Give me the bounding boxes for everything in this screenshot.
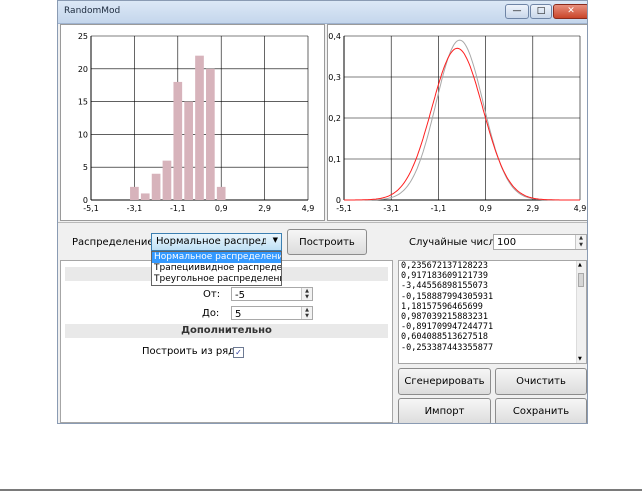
close-button[interactable]: ✕ (553, 4, 587, 19)
numbers-scrollbar[interactable]: ▲ ▼ (576, 261, 586, 363)
histogram-x-tick-label: -3,1 (127, 204, 143, 213)
taskbar-edge (0, 489, 642, 491)
density-x-tick-label: 0,9 (479, 204, 492, 213)
window-title: RandomMod (64, 6, 121, 16)
random-numbers-count-stepper[interactable]: 100 ▲ ▼ (493, 234, 587, 250)
splitter[interactable] (58, 222, 587, 223)
spin-down-icon[interactable]: ▼ (579, 243, 583, 248)
scroll-thumb[interactable] (578, 273, 584, 287)
density-chart-panel: 0 0,1 0,2 0,3 0,4 -5,1 -3,1 -1,1 0,9 2,9 4,9 (327, 24, 587, 221)
list-item: 0,917183609121739 (401, 271, 488, 282)
distribution-select-value: Нормальное распределение (156, 236, 266, 247)
histogram-chart: 0510152025-5,1 -3,1 -1,1 0,9 2,9 4,9 (78, 32, 315, 213)
histogram-bar (184, 101, 193, 200)
histogram-bar (140, 193, 150, 200)
density-y-tick-label: 0,3 (328, 73, 341, 82)
from-stepper[interactable]: -5 ▲ ▼ (231, 287, 313, 301)
spin-down-icon[interactable]: ▼ (305, 294, 309, 300)
histogram-y-tick-label: 25 (78, 32, 88, 41)
to-label: До: (202, 308, 220, 319)
save-button[interactable]: Сохранить (495, 398, 587, 423)
histogram-x-tick-label: 4,9 (302, 204, 315, 213)
spin-up-icon[interactable]: ▲ (305, 288, 309, 294)
histogram-chart-panel: 0 5 10 15 20 25 -5,1 -3,1 -1,1 0,9 2,9 4,9 (60, 24, 325, 221)
distribution-label: Распределение: (72, 237, 157, 248)
histogram-y-tick-label: 5 (83, 163, 88, 172)
build-button[interactable]: Построить (287, 229, 367, 255)
spin-up-icon[interactable]: ▲ (305, 307, 309, 313)
minimize-button[interactable]: — (505, 4, 529, 19)
app-window: RandomMod — □ ✕ 0 5 10 15 20 25 -5,1 -3,1 -1,1 0,… (57, 0, 588, 424)
histogram-bar (173, 81, 183, 200)
histogram-y-tick-label: 10 (78, 130, 88, 139)
density-x-tick-label: 4,9 (574, 204, 587, 213)
list-item: -3,44556898155073 (401, 281, 488, 292)
histogram-x-tick-label: -1,1 (170, 204, 186, 213)
from-value: -5 (235, 290, 245, 301)
to-spin-buttons[interactable]: ▲ ▼ (301, 307, 312, 319)
density-y-tick-label: 0,4 (328, 32, 341, 41)
list-item: -0,253387443355877 (401, 342, 494, 353)
build-from-series-checkbox[interactable]: ✓ (233, 347, 244, 358)
check-icon: ✓ (235, 348, 242, 357)
close-icon: ✕ (567, 6, 575, 16)
import-button[interactable]: Импорт (398, 398, 491, 423)
list-item: 1,18157596465699 (401, 301, 483, 312)
histogram-x-tick-label: 0,9 (215, 204, 228, 213)
random-numbers-textbox[interactable]: 0,235672137128223 0,917183609121739 -3,4… (398, 260, 587, 364)
chevron-down-icon: ▼ (272, 236, 278, 244)
maximize-button[interactable]: □ (530, 4, 552, 19)
maximize-icon: □ (536, 6, 546, 16)
title-bar[interactable]: RandomMod — □ ✕ (58, 1, 587, 24)
count-spin-buttons[interactable]: ▲ ▼ (575, 235, 586, 249)
from-label: От: (203, 289, 221, 300)
histogram-x-tick-label: -5,1 (83, 204, 99, 213)
distribution-select[interactable]: Нормальное распределение ▼ (151, 233, 282, 251)
density-chart: 00,10,20,30,4-5,1 -3,1 -1,1 0,9 2,9 4,9 (328, 32, 587, 213)
to-stepper[interactable]: 5 ▲ ▼ (231, 306, 313, 320)
density-series-line-1 (344, 47, 580, 201)
density-x-tick-label: -3,1 (383, 204, 399, 213)
histogram-x-tick-label: 2,9 (258, 204, 271, 213)
histogram-bar (195, 55, 204, 201)
list-item: 0,235672137128223 (401, 261, 488, 271)
histogram-y-tick-label: 20 (78, 65, 88, 74)
dropdown-option-trapezoidal[interactable]: Трапециивидное распределение (152, 263, 281, 274)
list-item: -0,158887994305931 (401, 291, 494, 302)
additional-category-header: Дополнительно (65, 324, 388, 338)
density-x-tick-label: 2,9 (526, 204, 539, 213)
random-numbers-label: Случайные числа: (409, 237, 505, 248)
density-series-line-0 (344, 39, 580, 201)
random-numbers-count-value: 100 (497, 237, 517, 248)
list-item: -0,891709947244771 (401, 322, 494, 333)
build-from-series-label: Построить из ряда: (142, 346, 245, 357)
from-spin-buttons[interactable]: ▲ ▼ (301, 288, 312, 300)
clear-button[interactable]: Очистить (495, 368, 587, 395)
generate-button[interactable]: Сгенерировать (398, 368, 491, 395)
distribution-dropdown-list[interactable]: Нормальное распределение Трапециивидное … (151, 251, 282, 286)
density-x-tick-label: -5,1 (336, 204, 352, 213)
histogram-bar (216, 186, 226, 200)
density-y-tick-label: 0,2 (328, 114, 341, 123)
histogram-bar (151, 173, 161, 200)
list-item: 0,604088513627518 (401, 332, 488, 343)
histogram-bar (130, 186, 139, 200)
scroll-down-icon[interactable]: ▼ (578, 356, 582, 362)
dropdown-option-triangular[interactable]: Треугольное распределение (152, 274, 281, 285)
density-y-tick-label: 0,1 (328, 155, 341, 164)
list-item: 0,987039215883231 (401, 312, 488, 323)
histogram-bar (162, 160, 172, 200)
histogram-y-tick-label: 15 (78, 98, 88, 107)
histogram-bar (206, 68, 215, 200)
to-value: 5 (235, 309, 242, 320)
scroll-up-icon[interactable]: ▲ (578, 262, 582, 268)
spin-down-icon[interactable]: ▼ (305, 313, 309, 319)
spin-up-icon[interactable]: ▲ (579, 236, 583, 241)
minimize-icon: — (512, 6, 522, 16)
density-x-tick-label: -1,1 (431, 204, 447, 213)
dropdown-option-normal[interactable]: Нормальное распределение (152, 252, 281, 263)
